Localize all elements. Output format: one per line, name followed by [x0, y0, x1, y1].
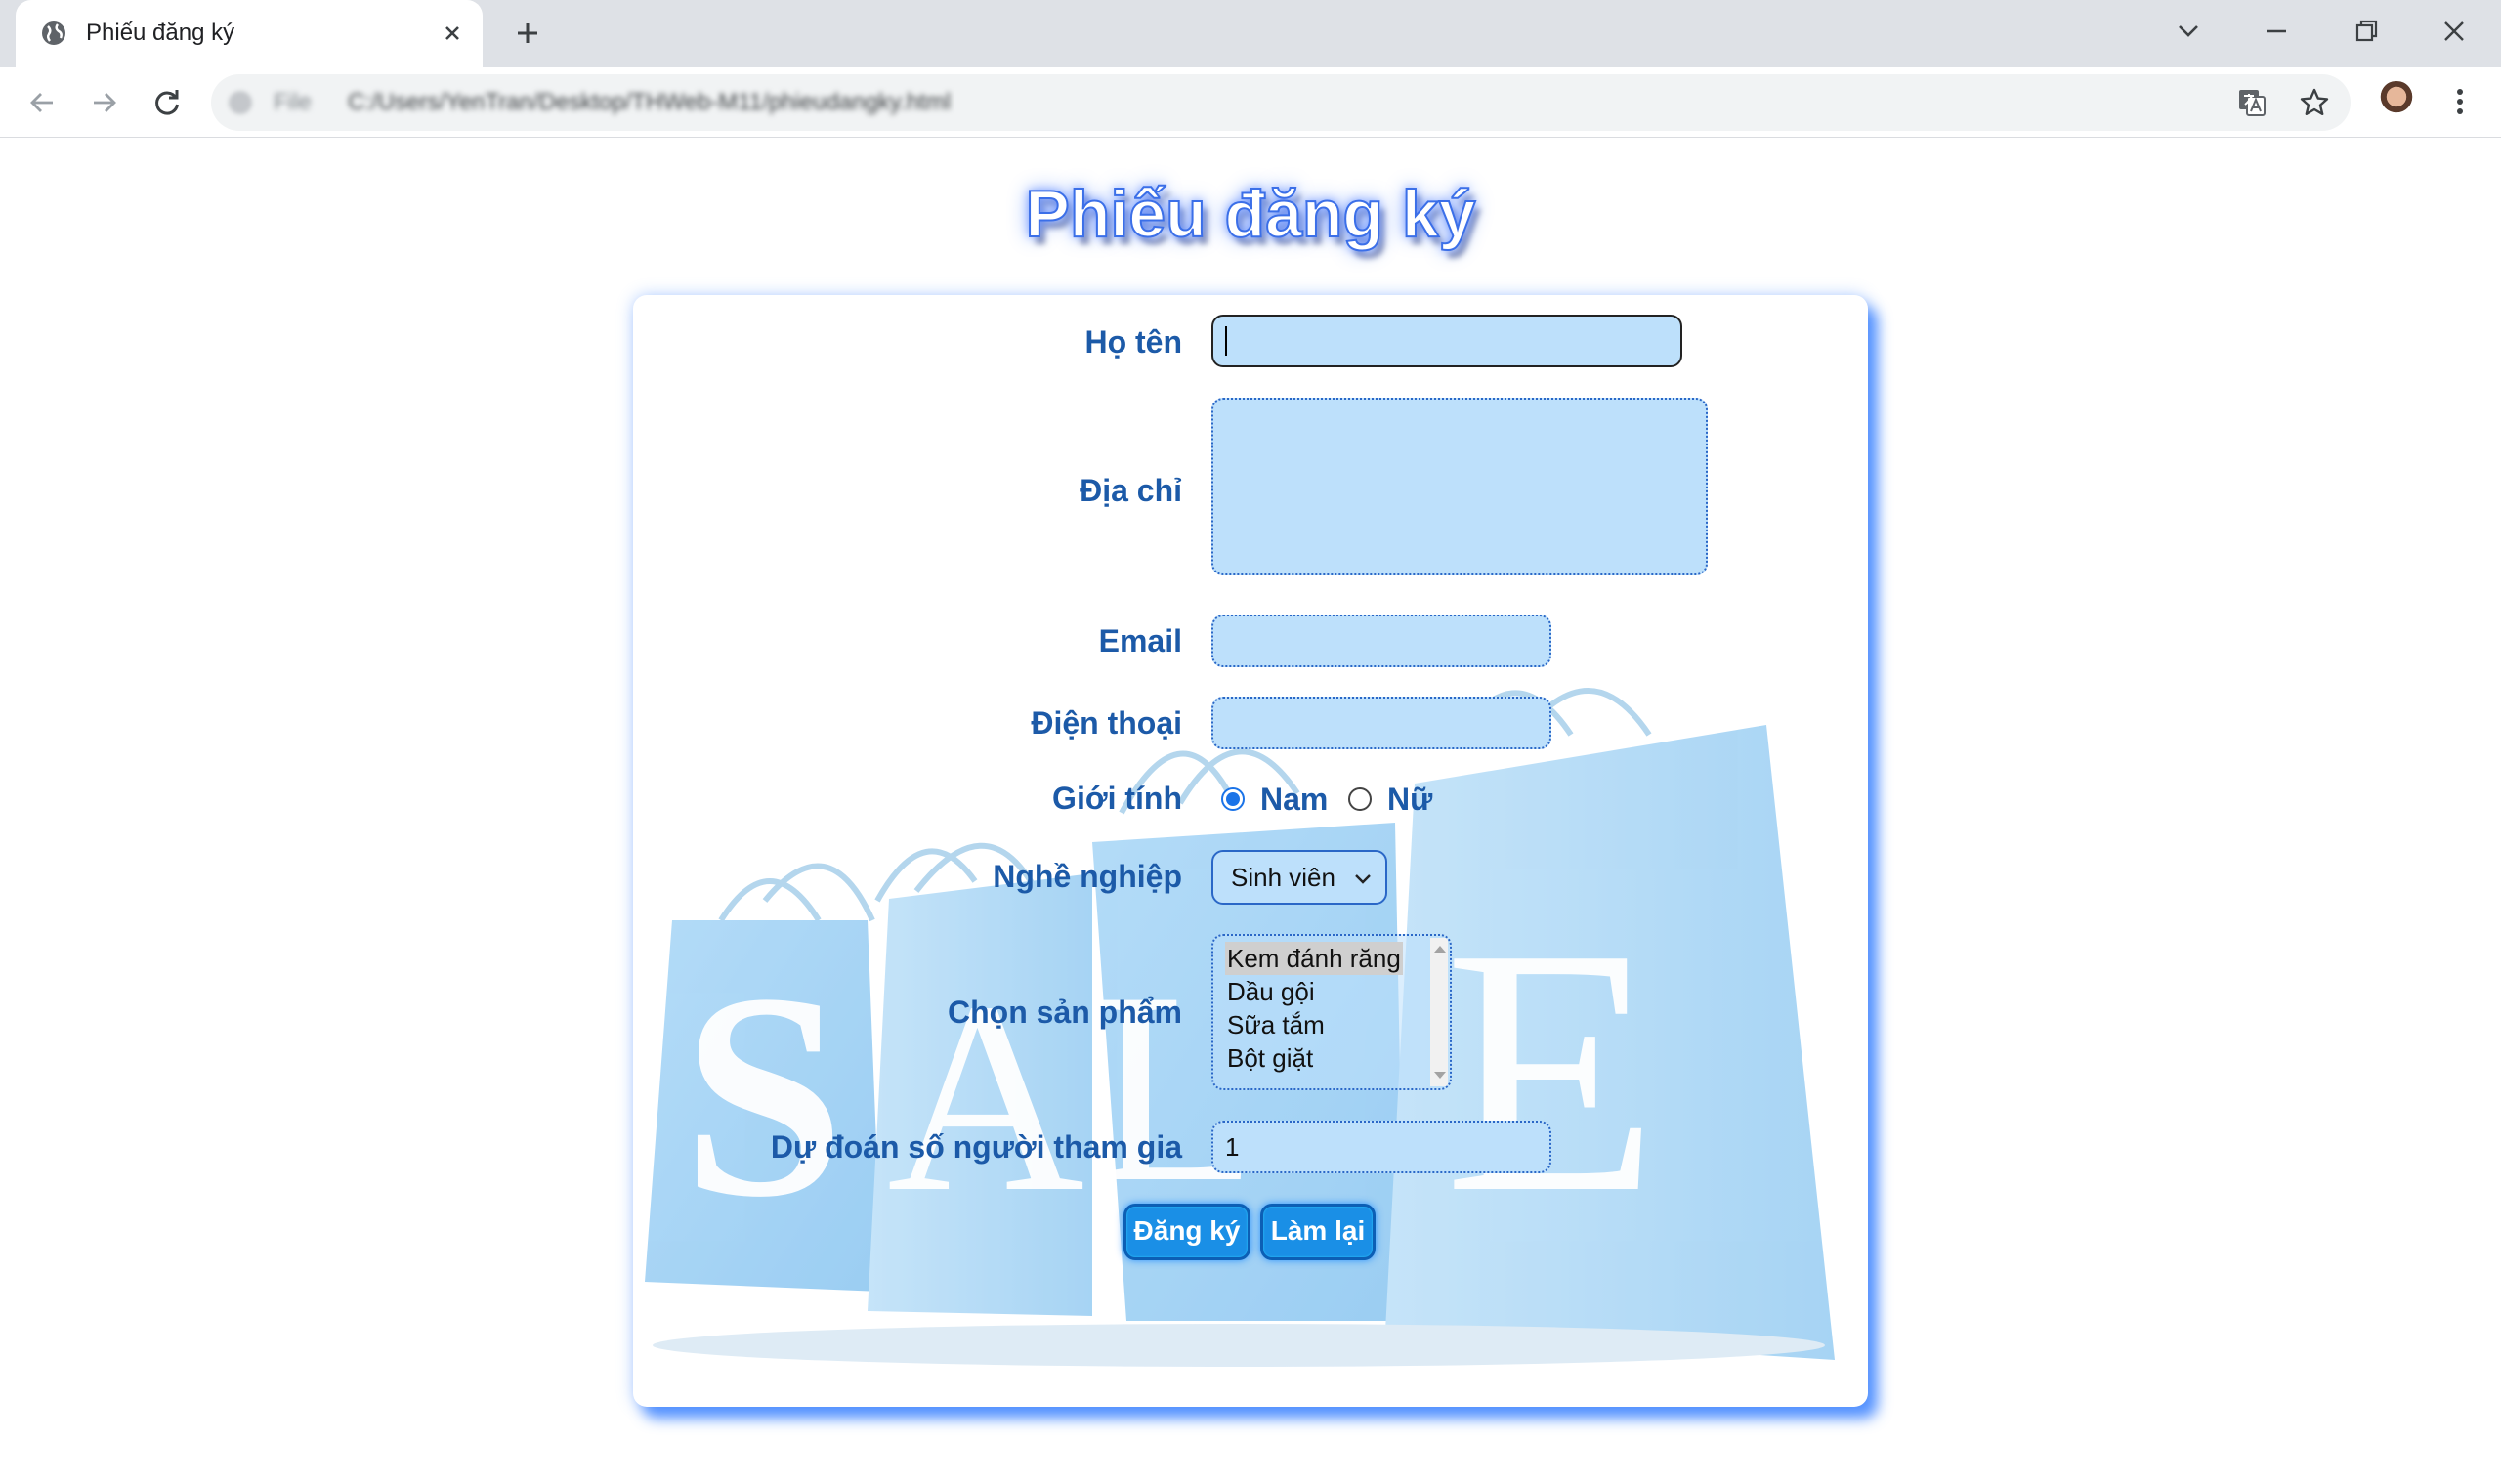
- browser-toolbar: File C:/Users/YenTran/Desktop/THWeb-M11/…: [0, 67, 2501, 138]
- close-tab-icon[interactable]: [438, 19, 467, 48]
- new-tab-icon[interactable]: [510, 16, 545, 51]
- browser-tab[interactable]: Phiếu đăng ký: [16, 0, 483, 67]
- chevron-down-icon: [1355, 874, 1371, 884]
- product-option[interactable]: Dầu gội: [1225, 975, 1317, 1008]
- bookmark-star-icon[interactable]: [2298, 86, 2331, 119]
- product-listbox[interactable]: Kem đánh răng Dầu gội Sữa tắm Bột giặt: [1211, 934, 1452, 1090]
- back-arrow-icon[interactable]: [23, 84, 61, 121]
- gender-label: Giới tính: [1052, 781, 1182, 816]
- site-info-icon[interactable]: [229, 91, 252, 114]
- address-scheme: File: [274, 89, 312, 115]
- text-caret: [1225, 326, 1227, 356]
- sale-letter-s: S: [682, 933, 845, 1257]
- product-label: Chọn sản phẩm: [947, 995, 1182, 1030]
- forward-arrow-icon[interactable]: [86, 84, 123, 121]
- name-label: Họ tên: [1084, 324, 1182, 360]
- restore-icon[interactable]: [2349, 14, 2384, 49]
- gender-male-label[interactable]: Nam: [1260, 780, 1328, 819]
- email-input[interactable]: [1211, 615, 1551, 667]
- phone-label: Điện thoại: [1031, 705, 1182, 741]
- close-window-icon[interactable]: [2437, 14, 2472, 49]
- product-option[interactable]: Sữa tắm: [1225, 1008, 1327, 1041]
- tab-title: Phiếu đăng ký: [86, 20, 235, 46]
- count-input[interactable]: 1: [1211, 1121, 1551, 1173]
- scroll-down-arrow-icon[interactable]: [1434, 1072, 1446, 1079]
- listbox-scrollbar[interactable]: [1430, 938, 1448, 1086]
- scroll-up-arrow-icon[interactable]: [1434, 946, 1446, 953]
- translate-icon[interactable]: [2235, 86, 2268, 119]
- globe-icon: [42, 21, 65, 45]
- sale-letter-e: E: [1444, 875, 1659, 1265]
- email-label: Email: [1098, 623, 1182, 658]
- count-label: Dự đoán số người tham gia: [770, 1129, 1182, 1165]
- address-label: Địa chỉ: [1080, 473, 1182, 508]
- tab-strip: Phiếu đăng ký: [0, 0, 2501, 67]
- gender-female-label[interactable]: Nữ: [1387, 780, 1432, 819]
- sale-letter-a: A: [887, 945, 1084, 1249]
- gender-radio-female[interactable]: [1348, 787, 1372, 811]
- reload-icon[interactable]: [148, 84, 186, 121]
- gender-radio-male[interactable]: [1221, 787, 1245, 811]
- job-selected-value: Sinh viên: [1231, 863, 1335, 892]
- product-option[interactable]: Kem đánh răng: [1225, 942, 1403, 975]
- minimize-icon[interactable]: [2259, 14, 2294, 49]
- product-option[interactable]: Bột giặt: [1225, 1041, 1315, 1075]
- address-url: C:/Users/YenTran/Desktop/THWeb-M11/phieu…: [348, 89, 952, 115]
- chevron-down-icon[interactable]: [2171, 14, 2206, 49]
- address-textarea[interactable]: [1211, 398, 1708, 575]
- reset-button[interactable]: Làm lại: [1260, 1204, 1376, 1260]
- job-label: Nghề nghiệp: [993, 859, 1182, 894]
- page-title: Phiếu đăng ký: [1025, 176, 1477, 252]
- phone-input[interactable]: [1211, 697, 1551, 749]
- submit-button[interactable]: Đăng ký: [1123, 1204, 1250, 1260]
- name-input[interactable]: [1211, 315, 1682, 367]
- profile-avatar[interactable]: [2376, 81, 2417, 122]
- job-select[interactable]: Sinh viên: [1211, 850, 1387, 905]
- menu-kebab-icon[interactable]: [2442, 83, 2478, 120]
- address-bar[interactable]: File C:/Users/YenTran/Desktop/THWeb-M11/…: [211, 74, 2351, 131]
